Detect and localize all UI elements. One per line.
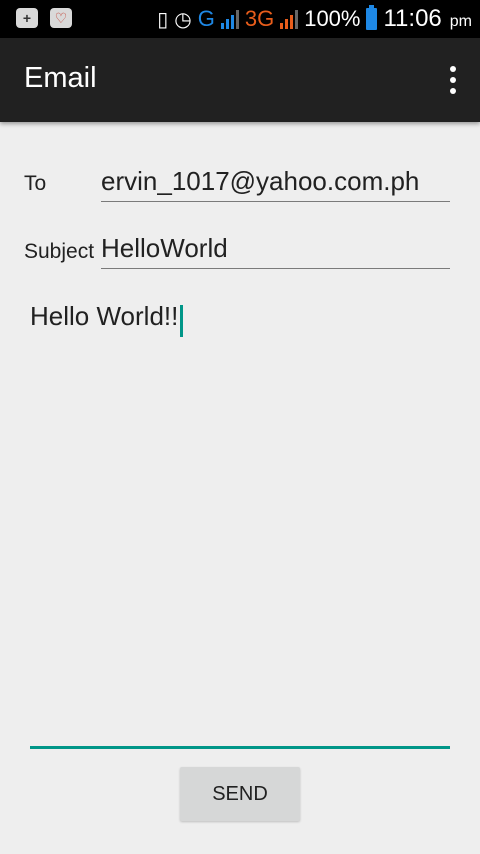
subject-field[interactable]: HelloWorld xyxy=(101,228,450,269)
send-button[interactable]: SEND xyxy=(180,767,300,821)
notification-icons: + ♡ xyxy=(16,8,72,28)
action-bar: Email xyxy=(0,38,480,122)
signal-icon xyxy=(280,9,299,29)
system-indicators: ▯ ◷ G 3G 100% 11:06 pm xyxy=(157,4,472,34)
app-notification-icon: ♡ xyxy=(50,8,72,28)
clock-ampm: pm xyxy=(449,13,472,30)
network-3g-label: 3G xyxy=(244,6,275,31)
to-field[interactable]: ervin_1017@yahoo.com.ph xyxy=(101,161,450,202)
signal-icon xyxy=(220,9,239,29)
overflow-menu-icon[interactable] xyxy=(448,66,458,94)
message-text: Hello World!! xyxy=(30,301,179,331)
to-label: To xyxy=(24,172,47,195)
network-g-label: G xyxy=(197,6,215,31)
alarm-icon: ◷ xyxy=(174,8,192,31)
message-field[interactable]: Hello World!! xyxy=(30,296,450,749)
add-notification-icon: + xyxy=(16,8,38,28)
vibrate-icon: ▯ xyxy=(157,8,169,31)
clock-time: 11:06 xyxy=(383,5,442,32)
text-cursor xyxy=(180,304,184,337)
battery-icon xyxy=(366,5,378,30)
battery-percent: 100% xyxy=(304,6,361,31)
status-bar: + ♡ ▯ ◷ G 3G 100% 11:06 pm xyxy=(0,0,480,38)
subject-label: Subject xyxy=(24,240,95,263)
page-title: Email xyxy=(24,62,97,94)
